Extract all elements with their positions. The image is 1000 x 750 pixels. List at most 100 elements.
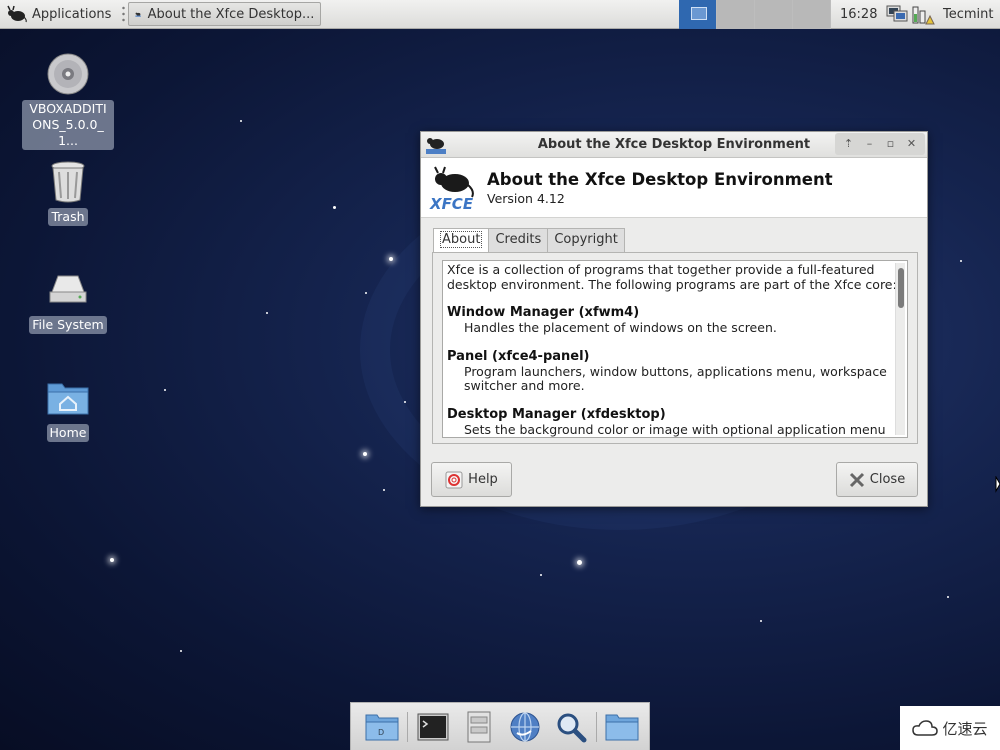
star: [404, 401, 406, 403]
about-text-view[interactable]: Xfce is a collection of programs that to…: [442, 260, 908, 438]
star: [240, 120, 242, 122]
tab-bar: About Credits Copyright: [433, 228, 625, 253]
top-panel: Applications About the Xfce Desktop... 1…: [0, 0, 1000, 29]
section-heading: Desktop Manager (xfdesktop): [447, 406, 666, 422]
tab-about[interactable]: About: [433, 228, 490, 253]
power-manager-icon[interactable]: [911, 4, 935, 26]
dialog-header: XFCE About the Xfce Desktop Environment …: [421, 158, 927, 218]
network-icon[interactable]: [886, 4, 908, 24]
cd-icon: [47, 53, 89, 95]
dock-file-manager[interactable]: [456, 705, 502, 749]
star: [760, 620, 762, 622]
user-menu[interactable]: Tecmint: [943, 0, 994, 29]
roll-up-button[interactable]: ⇡: [838, 133, 859, 155]
dock-folder[interactable]: [599, 705, 645, 749]
folder-icon: [605, 714, 639, 740]
desktop-icon-vboxadditions[interactable]: VBOXADDITIONS_5.0.0_1...: [20, 52, 116, 150]
star: [540, 574, 542, 576]
panel-separator: [122, 5, 126, 23]
dock-terminal[interactable]: [410, 705, 456, 749]
watermark-logo: 亿速云: [900, 706, 1000, 750]
tab-page-about: Xfce is a collection of programs that to…: [432, 252, 918, 444]
vertical-scrollbar[interactable]: [895, 263, 905, 435]
tab-copyright[interactable]: Copyright: [547, 228, 625, 252]
window-controls: ⇡ – ▫ ✕: [835, 133, 925, 155]
watermark-text: 亿速云: [942, 719, 988, 738]
about-dialog: About the Xfce Desktop Environment ⇡ – ▫…: [420, 131, 928, 507]
taskbar-window-button[interactable]: About the Xfce Desktop...: [128, 2, 322, 26]
about-text-content: Xfce is a collection of programs that to…: [447, 262, 897, 437]
version-label: Version 4.12: [487, 191, 565, 206]
close-button-label: Close: [869, 472, 906, 487]
desktop-icon-label: Trash: [48, 208, 88, 226]
scrollbar-thumb[interactable]: [898, 268, 904, 308]
home-folder-icon: [47, 383, 89, 415]
desktop-icon-home[interactable]: Home: [20, 376, 116, 442]
star: [960, 260, 962, 262]
minimize-button[interactable]: –: [859, 133, 880, 155]
help-button-label: Help: [468, 472, 498, 487]
star: [164, 389, 166, 391]
star: [333, 206, 336, 209]
star: [577, 560, 582, 565]
close-window-button[interactable]: ✕: [901, 133, 922, 155]
file-manager-icon: [467, 711, 491, 742]
star: [365, 292, 367, 294]
maximize-button[interactable]: ▫: [880, 133, 901, 155]
window-icon: [135, 12, 142, 17]
star: [363, 452, 367, 456]
xfce-logo-icon: XFCE: [429, 166, 474, 211]
window-titlebar[interactable]: About the Xfce Desktop Environment ⇡ – ▫…: [421, 132, 927, 158]
workspace-1[interactable]: [679, 0, 717, 29]
help-button[interactable]: Help: [431, 462, 512, 497]
trash-icon: [51, 161, 85, 203]
star: [383, 489, 385, 491]
panel-clock[interactable]: 16:28: [840, 0, 877, 29]
web-browser-icon: [510, 711, 540, 742]
drive-icon: [49, 275, 87, 303]
cloud-icon: [912, 720, 939, 736]
close-button[interactable]: Close: [836, 462, 918, 497]
search-icon: [557, 713, 587, 742]
workspace-2[interactable]: [717, 0, 755, 29]
workspace-switcher: [679, 0, 831, 29]
tab-credits[interactable]: Credits: [488, 228, 549, 252]
help-icon: [445, 471, 463, 488]
bottom-dock: D: [350, 702, 650, 750]
desktop-icon-trash[interactable]: Trash: [20, 160, 116, 226]
dock-show-desktop[interactable]: D: [359, 705, 405, 749]
desktop-icon-label: File System: [29, 316, 107, 334]
folder-icon: D: [365, 714, 399, 740]
dock-separator: [407, 711, 408, 742]
section-description: Handles the placement of windows on the …: [464, 320, 777, 336]
star: [266, 312, 268, 314]
star: [110, 558, 114, 562]
desktop-icon-label: VBOXADDITIONS_5.0.0_1...: [22, 100, 114, 150]
system-tray: [886, 4, 935, 26]
dock-web-browser[interactable]: [502, 705, 548, 749]
dock-app-finder[interactable]: [548, 705, 594, 749]
dialog-title: About the Xfce Desktop Environment: [487, 170, 833, 189]
desktop-icon-label: Home: [46, 424, 90, 442]
svg-text:D: D: [378, 728, 384, 737]
section-heading: Panel (xfce4-panel): [447, 348, 590, 364]
star: [180, 650, 182, 652]
terminal-icon: [417, 713, 449, 740]
section-description: Program launchers, window buttons, appli…: [464, 363, 887, 394]
applications-menu-label: Applications: [32, 6, 112, 22]
xfce-mouse-icon: [7, 5, 27, 23]
workspace-4[interactable]: [793, 0, 831, 29]
star: [947, 596, 949, 598]
section-description: Sets the background color or image with …: [464, 421, 886, 437]
desktop-icon-file-system[interactable]: File System: [20, 268, 116, 334]
intro-text: Xfce is a collection of programs that to…: [447, 262, 897, 292]
dock-separator: [596, 711, 597, 742]
star: [389, 257, 393, 261]
section-heading: Window Manager (xfwm4): [447, 305, 640, 321]
tab-label: About: [440, 231, 483, 248]
workspace-window-preview: [691, 7, 707, 20]
applications-menu-button[interactable]: Applications: [0, 0, 117, 29]
svg-text:XFCE: XFCE: [429, 195, 474, 211]
close-icon: [849, 472, 864, 487]
workspace-3[interactable]: [755, 0, 793, 29]
